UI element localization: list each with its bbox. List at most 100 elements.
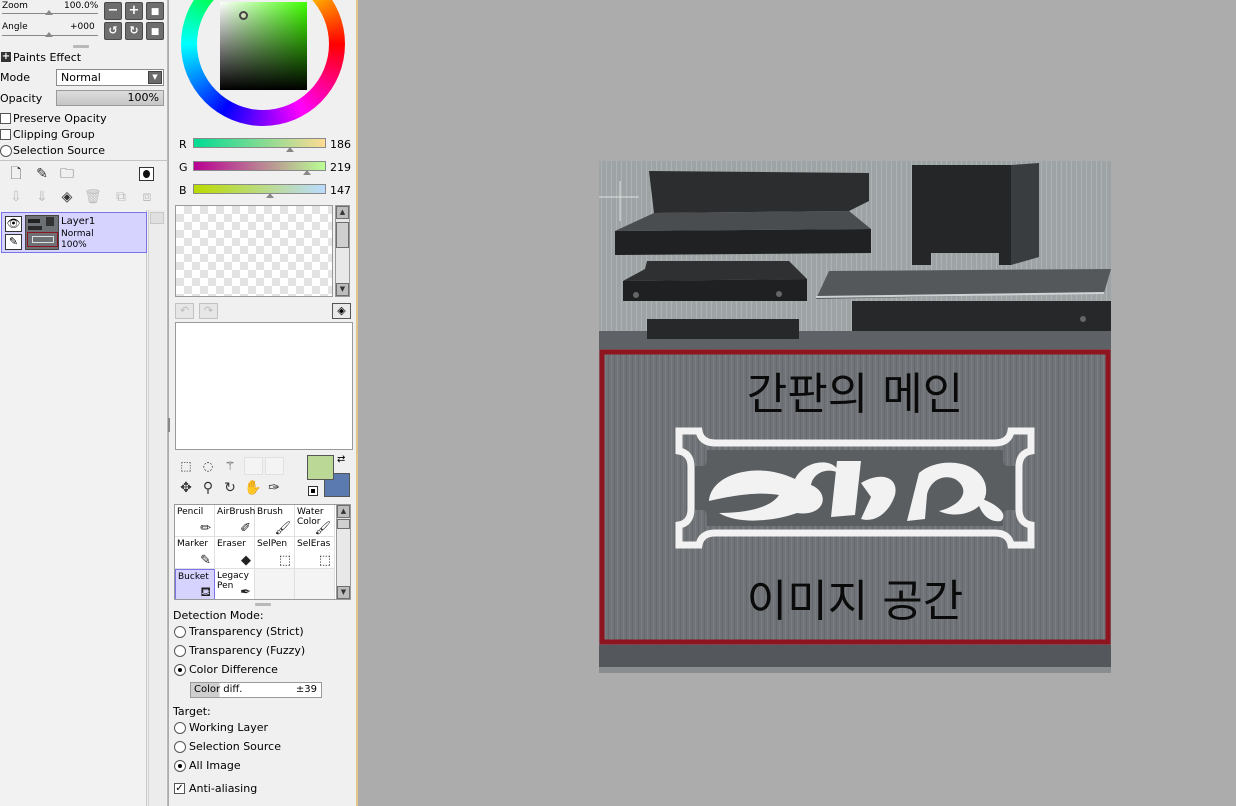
reset-rotation-button[interactable]: ■ [146, 22, 164, 40]
r-slider-knob[interactable] [285, 147, 294, 152]
scroll-down-icon[interactable]: ▼ [336, 283, 349, 296]
undo-icon[interactable]: ↶ [175, 303, 194, 319]
scroll-thumb[interactable] [150, 212, 164, 224]
saturation-value-square[interactable] [220, 2, 307, 90]
layer-list[interactable] [0, 210, 147, 806]
g-slider-knob[interactable] [303, 170, 312, 175]
move-icon[interactable]: ✥ [178, 480, 194, 496]
anti-aliasing-checkbox[interactable]: ✓ [174, 783, 185, 794]
brush-icon: 🖌 [274, 521, 291, 536]
scroll-thumb[interactable] [337, 519, 350, 529]
panel-splitter[interactable] [255, 603, 271, 606]
brush-lock-icon[interactable]: ✎ [5, 234, 22, 250]
panel-splitter-handle[interactable] [168, 418, 170, 432]
sign-top-text: 간판의 메인 [747, 369, 963, 420]
g-label: G [179, 161, 188, 174]
color-diff-label: Color diff. [194, 684, 243, 695]
angle-value: +000 [70, 22, 95, 32]
brush-legacy-pen[interactable]: Legacy Pen ✒ [215, 569, 255, 599]
zoom-slider-knob[interactable] [45, 10, 53, 15]
color-diff-slider[interactable]: Color diff. ±39 [190, 682, 322, 698]
layer-thumbnail [25, 215, 59, 250]
zoom-in-button[interactable]: + [125, 2, 143, 20]
foreground-color-swatch[interactable] [307, 455, 334, 480]
brush-pencil[interactable]: Pencil ✏ [175, 505, 215, 537]
brush-scrollbar[interactable]: ▲ ▼ [336, 504, 351, 600]
swatch-scrollbar[interactable]: ▲ ▼ [335, 205, 350, 297]
rect-select-icon[interactable]: ⬚ [178, 458, 194, 474]
hand-icon[interactable]: ✋ [244, 480, 261, 496]
selection-source-radio[interactable] [0, 145, 12, 157]
eyedropper-icon[interactable]: ✑ [266, 480, 282, 496]
chevron-down-icon[interactable]: ▼ [148, 71, 162, 84]
new-layer-icon[interactable]: 🗋 [8, 166, 24, 182]
layer-mask-icon[interactable] [139, 167, 154, 181]
opacity-value: 100% [127, 91, 159, 104]
b-slider[interactable] [193, 184, 326, 194]
reset-zoom-button[interactable]: ■ [146, 2, 164, 20]
anti-aliasing-label: Anti-aliasing [189, 782, 258, 795]
selpen-icon: ⬚ [278, 553, 291, 568]
brush-seleras[interactable]: SelEras ⬚ [295, 537, 335, 569]
b-slider-knob[interactable] [265, 193, 274, 198]
swatch-palette[interactable] [175, 205, 333, 297]
new-linework-layer-icon[interactable]: ✎ [34, 166, 50, 182]
rotate-left-button[interactable]: ↺ [104, 22, 122, 40]
target-working-layer-radio[interactable] [174, 722, 186, 734]
minus-icon: − [107, 3, 119, 18]
detection-strict-radio[interactable] [174, 626, 186, 638]
brush-bucket[interactable]: Bucket ⛾ [175, 569, 215, 599]
clear-layer-icon[interactable]: ◈ [59, 189, 75, 205]
preserve-opacity-checkbox[interactable] [0, 113, 11, 124]
g-value: 219 [330, 161, 351, 174]
lasso-icon[interactable]: ◌ [200, 458, 216, 474]
merge-visible-icon[interactable]: ⧈ [139, 189, 155, 205]
scroll-down-icon[interactable]: ▼ [337, 586, 350, 599]
r-value: 186 [330, 138, 351, 151]
target-selection-source-radio[interactable] [174, 741, 186, 753]
zoom-out-button[interactable]: − [104, 2, 122, 20]
expand-plus-icon[interactable]: + [1, 52, 11, 62]
scroll-up-icon[interactable]: ▲ [337, 505, 350, 518]
brush-brush[interactable]: Brush 🖌 [255, 505, 295, 537]
paints-effect-label: Paints Effect [13, 51, 82, 64]
r-slider[interactable] [193, 138, 326, 148]
scratchpad[interactable] [175, 322, 353, 450]
rotate-left-icon: ↺ [108, 24, 118, 37]
empty-tool-slot [265, 457, 284, 475]
swap-colors-icon[interactable]: ⇄ [337, 454, 345, 465]
rotate-icon[interactable]: ↻ [222, 480, 238, 496]
transfer-down-icon[interactable]: ⇩ [8, 189, 24, 205]
brush-marker[interactable]: Marker ✎ [175, 537, 215, 569]
scroll-thumb[interactable] [336, 222, 349, 248]
scratchpad-clear-icon[interactable]: ◈ [332, 303, 351, 319]
delete-layer-icon[interactable]: 🗑 [84, 189, 102, 205]
metal-shelf [649, 171, 869, 213]
brush-selpen[interactable]: SelPen ⬚ [255, 537, 295, 569]
panel-splitter[interactable] [73, 45, 89, 48]
detection-fuzzy-radio[interactable] [174, 645, 186, 657]
angle-slider-knob[interactable] [45, 32, 53, 37]
merge-selection-icon[interactable]: ⧉ [113, 189, 129, 205]
color-picker-cursor[interactable] [239, 11, 248, 20]
canvas[interactable]: 간판의 메인 이미지 공간 [599, 161, 1111, 673]
detection-color-diff-radio[interactable] [174, 664, 186, 676]
layer-list-scrollbar[interactable] [148, 210, 166, 806]
opacity-slider[interactable]: 100% [56, 90, 164, 106]
magic-wand-icon[interactable]: ⚚ [222, 458, 238, 474]
layer-row[interactable]: 👁 ✎ Layer1 Normal 100% [1, 212, 147, 253]
brush-airbrush[interactable]: AirBrush ✐ [215, 505, 255, 537]
redo-icon[interactable]: ↷ [199, 303, 218, 319]
target-all-image-radio[interactable] [174, 760, 186, 772]
eye-icon[interactable]: 👁 [5, 216, 22, 232]
rotate-right-button[interactable]: ↻ [125, 22, 143, 40]
brush-watercolor[interactable]: Water Color 🖌 [295, 505, 335, 537]
merge-down-icon[interactable]: ⇓ [34, 189, 50, 205]
zoom-icon[interactable]: ⚲ [200, 480, 216, 496]
scroll-up-icon[interactable]: ▲ [336, 206, 349, 219]
new-folder-icon[interactable]: 🗀 [59, 166, 75, 182]
clipping-group-checkbox[interactable] [0, 129, 11, 140]
brush-eraser[interactable]: Eraser ◆ [215, 537, 255, 569]
empty-tool-slot [244, 457, 263, 475]
default-colors-icon[interactable] [308, 486, 318, 496]
